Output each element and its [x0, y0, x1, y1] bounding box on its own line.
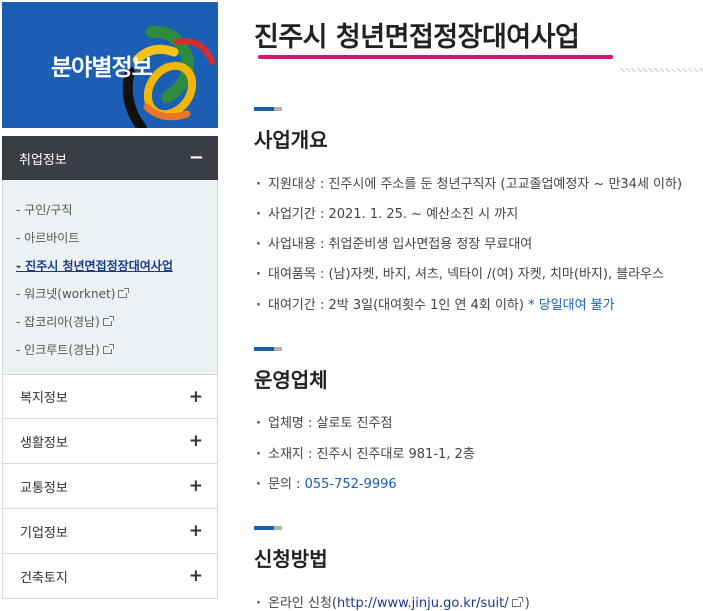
- submenu-item-part-time[interactable]: - 아르바이트: [16, 229, 79, 246]
- section-marker: [254, 107, 282, 111]
- external-link-icon: [102, 344, 114, 354]
- submenu-item-suit-rental[interactable]: - 진주시 청년면접정장대여사업: [16, 257, 173, 274]
- list-item: 업체명 : 살로토 진주점: [256, 412, 392, 431]
- application-link[interactable]: http://www.jinju.go.kr/suit/: [337, 596, 509, 611]
- main-content: 진주시 청년면접정장대여사업 사업개요 지원대상 : 진주시에 주소를 둔 청년…: [254, 0, 703, 611]
- sidebar-section-living[interactable]: 생활정보 +: [2, 419, 218, 464]
- minus-icon[interactable]: −: [189, 149, 204, 167]
- external-link-icon: [118, 288, 130, 298]
- section-marker: [254, 347, 282, 351]
- sidebar-submenu: - 구인/구직 - 아르바이트 - 진주시 청년면접정장대여사업 - 워크넷(w…: [2, 180, 218, 374]
- phone-number[interactable]: 055-752-9996: [305, 477, 397, 492]
- sidebar-section-welfare[interactable]: 복지정보 +: [2, 374, 218, 419]
- list-item: 대여품목 : (남)자켓, 바지, 셔츠, 넥타이 /(여) 자켓, 치마(바지…: [256, 263, 664, 282]
- sidebar-section-traffic[interactable]: 교통정보 +: [2, 464, 218, 509]
- section-title-application: 신청방법: [254, 547, 328, 571]
- section-title-operator: 운영업체: [254, 368, 328, 392]
- plus-icon[interactable]: +: [189, 431, 203, 451]
- list-item: 대여기간 : 2박 3일(대여횟수 1인 연 4회 이하) * 당일대여 불가: [256, 294, 615, 313]
- list-item: 문의 : 055-752-9996: [256, 473, 397, 492]
- external-link-icon: [511, 597, 523, 607]
- sidebar: 분야별정보 취업정보 − - 구인/구직 - 아르바이트 - 진주시 청년면접정…: [0, 0, 218, 611]
- title-underline: [258, 55, 613, 59]
- external-link-icon: [102, 316, 114, 326]
- section-title-overview: 사업개요: [254, 128, 328, 152]
- title-divider: [618, 68, 703, 72]
- list-item: 지원대상 : 진주시에 주소를 둔 청년구직자 (고교졸업예정자 ~ 만34세 …: [256, 173, 682, 192]
- sidebar-section-employment[interactable]: 취업정보 −: [2, 136, 218, 180]
- list-item: 사업기간 : 2021. 1. 25. ~ 예산소진 시 까지: [256, 203, 518, 222]
- submenu-item-incruit[interactable]: - 인크루트(경남): [16, 341, 114, 358]
- page-title: 진주시 청년면접정장대여사업: [254, 22, 580, 53]
- plus-icon[interactable]: +: [189, 387, 203, 407]
- banner-title: 분야별정보: [51, 55, 153, 81]
- plus-icon[interactable]: +: [189, 476, 203, 496]
- submenu-item-jobkorea[interactable]: - 잡코리아(경남): [16, 313, 114, 330]
- sidebar-section-label: 취업정보: [19, 152, 67, 168]
- plus-icon[interactable]: +: [189, 566, 203, 586]
- plus-icon[interactable]: +: [189, 521, 203, 541]
- list-item: 사업내용 : 취업준비생 입사면접용 정장 무료대여: [256, 233, 532, 252]
- list-item: 소재지 : 진주시 진주대로 981-1, 2층: [256, 443, 475, 462]
- submenu-item-worknet[interactable]: - 워크넷(worknet): [16, 285, 130, 302]
- section-marker: [254, 526, 282, 530]
- sidebar-banner: 분야별정보: [2, 2, 218, 128]
- submenu-item-job-search[interactable]: - 구인/구직: [16, 201, 72, 218]
- list-item: 온라인 신청(http://www.jinju.go.kr/suit/ ): [256, 592, 530, 611]
- same-day-notice: * 당일대여 불가: [528, 298, 615, 313]
- sidebar-section-business[interactable]: 기업정보 +: [2, 509, 218, 554]
- sidebar-section-construction[interactable]: 건축토지 +: [2, 554, 218, 599]
